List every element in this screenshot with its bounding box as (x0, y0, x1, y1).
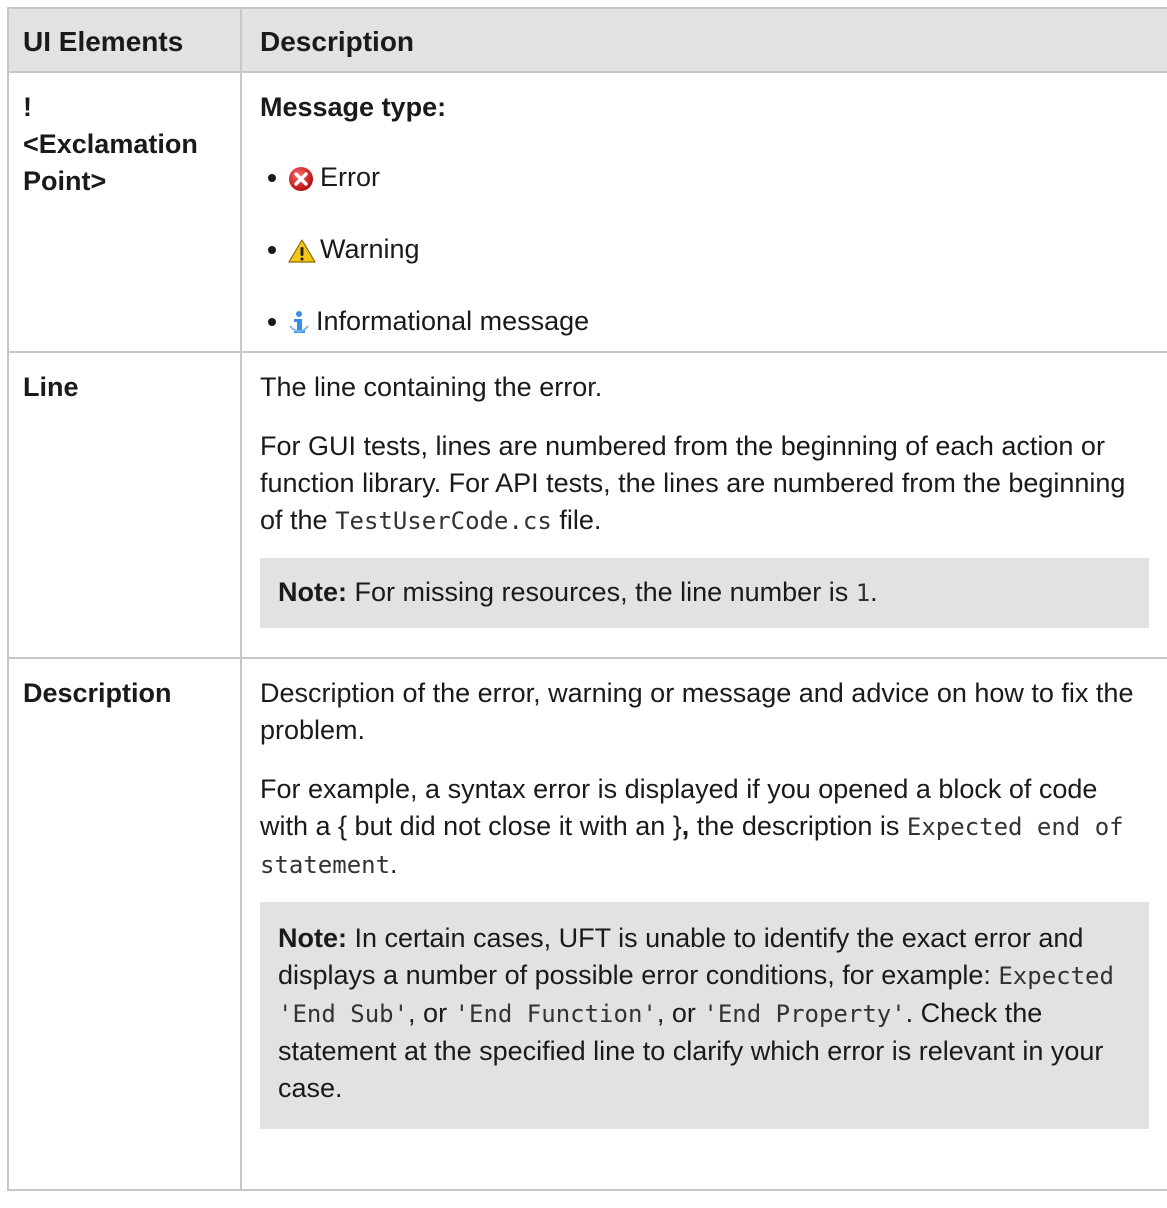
warning-icon (288, 237, 316, 263)
header-ui-elements: UI Elements (7, 7, 242, 73)
note-label: Note: (278, 923, 347, 953)
table-row: Line The line containing the error. For … (7, 351, 1167, 659)
bullet (268, 317, 276, 326)
term-line: Line (7, 351, 242, 659)
code-end-function: 'End Function' (454, 1000, 657, 1028)
code-line-number: 1 (855, 579, 871, 607)
table-row: ! <Exclamation Point> Message type: Erro… (7, 71, 1167, 353)
line-p2: For GUI tests, lines are numbered from t… (260, 431, 1126, 535)
line-p1: The line containing the error. (260, 372, 603, 402)
term-exclamation-symbol: ! (23, 92, 32, 122)
note-box: Note: In certain cases, UFT is unable to… (260, 902, 1149, 1129)
description-cell: Description of the error, warning or mes… (240, 657, 1167, 1191)
info-icon (288, 309, 310, 335)
note-label: Note: (278, 577, 347, 607)
message-type-list: Error Warning Informational message (260, 159, 1149, 340)
table-header-row: UI Elements Description (7, 7, 1167, 73)
list-item: Error (260, 159, 1149, 196)
list-item: Informational message (260, 303, 1149, 340)
term-description: Description (7, 657, 242, 1191)
term-exclamation-point: ! <Exclamation Point> (7, 71, 242, 353)
ui-elements-table: UI Elements Description ! <Exclamation P… (7, 7, 1167, 1191)
message-type-cell: Message type: Error Warning Informationa… (240, 71, 1167, 353)
list-item: Warning (260, 231, 1149, 268)
header-description: Description (240, 7, 1167, 73)
warning-label: Warning (320, 234, 420, 264)
message-type-title: Message type: (260, 92, 447, 122)
bullet (268, 173, 276, 182)
description-p1: Description of the error, warning or mes… (260, 678, 1134, 745)
bullet (268, 245, 276, 254)
term-exclamation-label: <Exclamation Point> (23, 129, 198, 196)
line-description-cell: The line containing the error. For GUI t… (240, 351, 1167, 659)
info-label: Informational message (316, 306, 590, 336)
table-row: Description Description of the error, wa… (7, 657, 1167, 1191)
note-box: Note: For missing resources, the line nu… (260, 558, 1149, 628)
code-end-property: 'End Property' (703, 1000, 906, 1028)
code-testusercode: TestUserCode.cs (335, 507, 552, 535)
error-icon (288, 165, 314, 191)
description-p2: For example, a syntax error is displayed… (260, 774, 1124, 879)
error-label: Error (320, 162, 380, 192)
